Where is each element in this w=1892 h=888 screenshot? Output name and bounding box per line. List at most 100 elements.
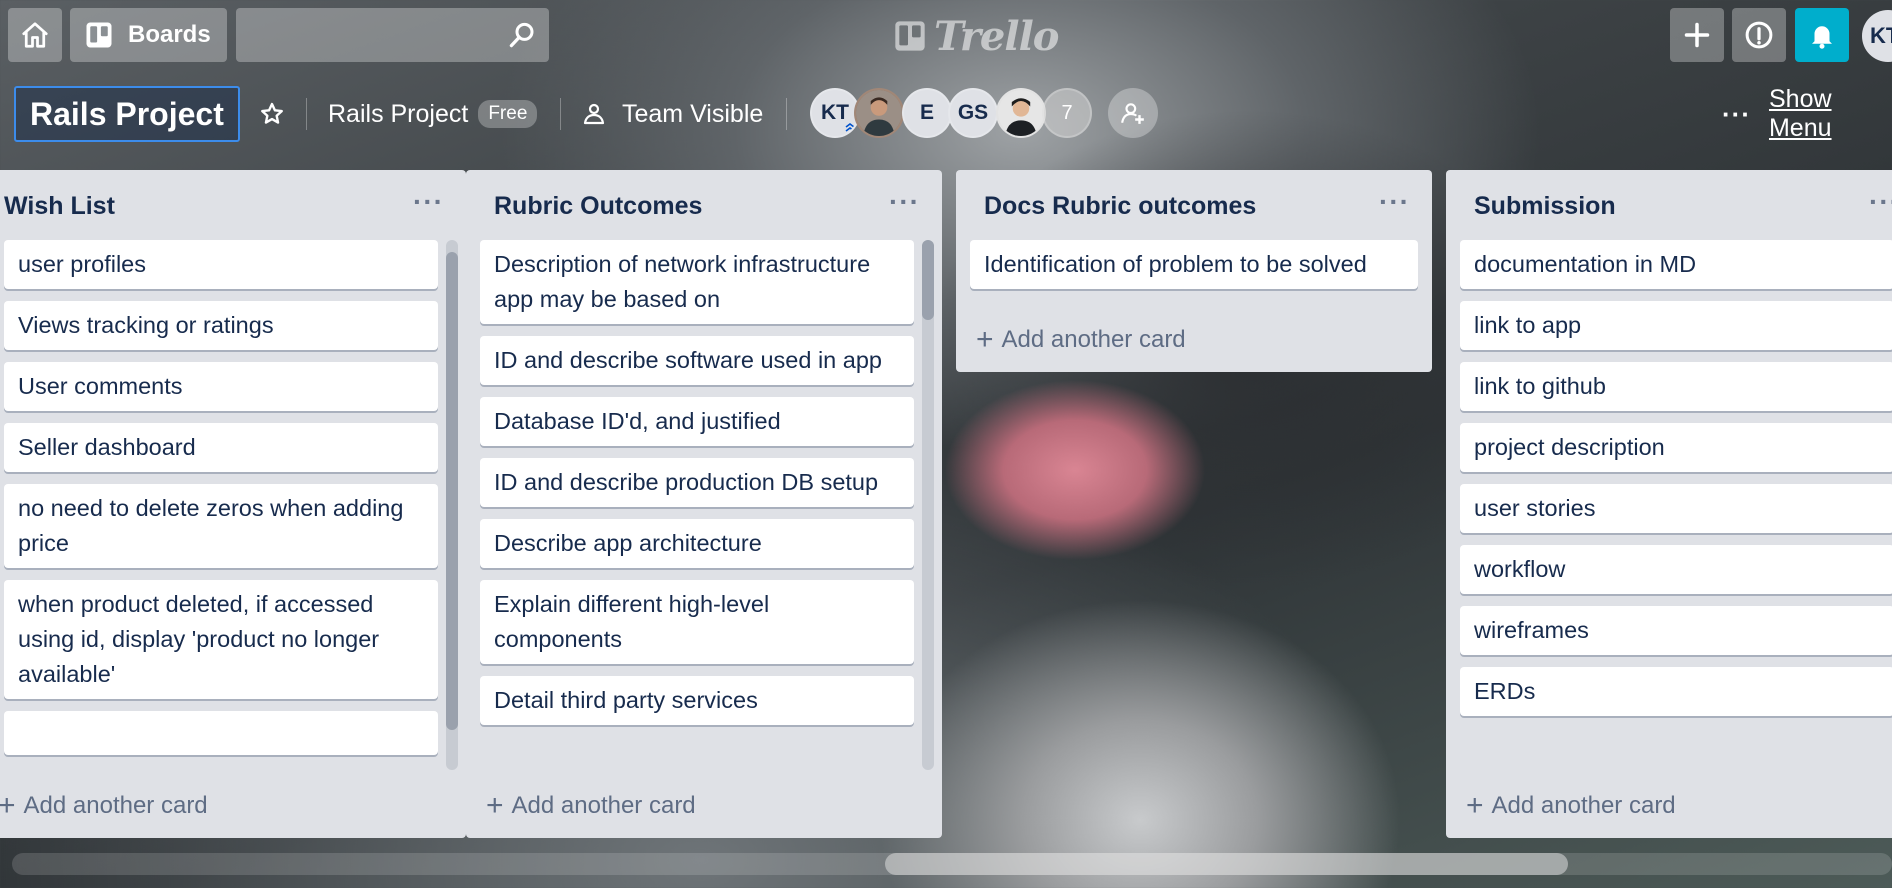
- boards-icon: [86, 22, 112, 48]
- card[interactable]: Seller dashboard: [4, 423, 438, 472]
- home-icon: [22, 22, 48, 48]
- board-title[interactable]: Rails Project: [14, 86, 240, 142]
- list-menu-icon[interactable]: ···: [1379, 186, 1410, 218]
- board-header: Rails Project Rails Project Free Team Vi…: [0, 76, 1892, 152]
- scrollbar-thumb[interactable]: [446, 252, 458, 730]
- plus-icon: +: [976, 323, 994, 356]
- team-name: Rails Project: [328, 99, 469, 128]
- home-button[interactable]: [8, 8, 62, 62]
- member-avatar[interactable]: GS: [948, 88, 998, 138]
- card[interactable]: ERDs: [1460, 667, 1892, 716]
- trello-logo[interactable]: Trello: [894, 12, 1059, 60]
- list-scrollbar[interactable]: [446, 240, 458, 770]
- card[interactable]: Description of network infrastructure ap…: [480, 240, 914, 324]
- card[interactable]: when product deleted, if accessed using …: [4, 580, 438, 699]
- list-menu-icon[interactable]: ···: [413, 186, 444, 218]
- list-header: Wish List ···: [0, 170, 466, 240]
- list-menu-icon[interactable]: ···: [1869, 186, 1892, 218]
- plus-icon: +: [0, 789, 16, 822]
- top-navigation-bar: Boards Trello KT: [0, 0, 1892, 70]
- logo-text: Trello: [934, 12, 1059, 60]
- list-title[interactable]: Wish List: [4, 192, 115, 221]
- card[interactable]: Database ID'd, and justified: [480, 397, 914, 446]
- star-icon: [261, 102, 283, 124]
- divider: [306, 98, 307, 130]
- plus-icon: +: [486, 789, 504, 822]
- boards-button[interactable]: Boards: [70, 8, 227, 62]
- account-avatar[interactable]: KT: [1862, 10, 1892, 62]
- add-card-button[interactable]: + Add another card: [486, 782, 696, 830]
- card[interactable]: documentation in MD: [1460, 240, 1892, 289]
- add-card-button[interactable]: + Add another card: [1466, 782, 1676, 830]
- info-icon: [1745, 21, 1773, 49]
- list-title[interactable]: Docs Rubric outcomes: [984, 192, 1256, 221]
- list-header: Submission ···: [1446, 170, 1892, 240]
- card[interactable]: Identification of problem to be solved: [970, 240, 1418, 289]
- trello-logo-icon: [895, 21, 925, 51]
- search-icon[interactable]: [507, 20, 537, 50]
- card[interactable]: user profiles: [4, 240, 438, 289]
- bell-icon: [1812, 26, 1832, 49]
- invite-button[interactable]: [1108, 88, 1158, 138]
- boards-label: Boards: [128, 21, 211, 48]
- more-icon: ···: [1722, 98, 1751, 129]
- list-docs-rubric-outcomes: Docs Rubric outcomes ··· Identification …: [956, 170, 1432, 372]
- show-menu-label: Show Menu: [1768, 85, 1832, 142]
- plan-badge: Free: [478, 100, 538, 128]
- card[interactable]: workflow: [1460, 545, 1892, 594]
- card[interactable]: wireframes: [1460, 606, 1892, 655]
- card[interactable]: Views tracking or ratings: [4, 301, 438, 350]
- list-menu-icon[interactable]: ···: [889, 186, 920, 218]
- divider: [560, 98, 561, 130]
- card[interactable]: no need to delete zeros when adding pric…: [4, 484, 438, 568]
- member-avatar[interactable]: E: [902, 88, 952, 138]
- card[interactable]: Describe app architecture: [480, 519, 914, 568]
- list-cards: user profiles Views tracking or ratings …: [4, 240, 438, 774]
- more-members-button[interactable]: 7: [1042, 88, 1092, 138]
- visibility-label: Team Visible: [622, 99, 764, 128]
- card[interactable]: link to github: [1460, 362, 1892, 411]
- search-box: [236, 8, 549, 62]
- star-button[interactable]: [252, 94, 292, 134]
- list-title[interactable]: Submission: [1474, 192, 1616, 221]
- board-horizontal-scrollbar[interactable]: [12, 853, 1892, 875]
- person-photo-icon: [856, 90, 902, 136]
- list-submission: Submission ··· documentation in MD link …: [1446, 170, 1892, 838]
- add-member-icon: [1121, 103, 1144, 124]
- member-avatar-photo[interactable]: [996, 88, 1046, 138]
- list-rubric-outcomes: Rubric Outcomes ··· Description of netwo…: [466, 170, 942, 838]
- list-title[interactable]: Rubric Outcomes: [494, 192, 702, 221]
- team-button[interactable]: Rails Project Free: [328, 92, 538, 136]
- divider: [786, 98, 787, 130]
- team-visible-icon: [583, 103, 605, 125]
- scrollbar-thumb[interactable]: [885, 853, 1568, 875]
- card[interactable]: link to app: [1460, 301, 1892, 350]
- card[interactable]: ID and describe production DB setup: [480, 458, 914, 507]
- visibility-button[interactable]: Team Visible: [582, 92, 763, 136]
- card[interactable]: [4, 711, 438, 755]
- card[interactable]: ID and describe software used in app: [480, 336, 914, 385]
- info-button[interactable]: [1732, 8, 1786, 62]
- create-button[interactable]: [1670, 8, 1724, 62]
- card[interactable]: User comments: [4, 362, 438, 411]
- person-photo-icon: [998, 90, 1044, 136]
- notifications-button[interactable]: [1795, 8, 1849, 62]
- add-card-button[interactable]: + Add another card: [976, 316, 1186, 364]
- card[interactable]: Detail third party services: [480, 676, 914, 725]
- list-scrollbar[interactable]: [922, 240, 934, 770]
- admin-chevron-icon: [845, 123, 855, 132]
- member-avatar[interactable]: KT: [810, 88, 860, 138]
- list-header: Rubric Outcomes ···: [466, 170, 942, 240]
- list-cards: documentation in MD link to app link to …: [1460, 240, 1892, 774]
- scrollbar-thumb[interactable]: [922, 240, 934, 320]
- card[interactable]: project description: [1460, 423, 1892, 472]
- member-avatar-photo[interactable]: [854, 88, 904, 138]
- show-menu-button[interactable]: ··· Show Menu: [1722, 85, 1892, 142]
- add-card-button[interactable]: + Add another card: [0, 782, 208, 830]
- list-cards: Identification of problem to be solved: [970, 240, 1418, 310]
- plus-icon: +: [1466, 789, 1484, 822]
- search-input[interactable]: [236, 8, 512, 60]
- card[interactable]: Explain different high-level components: [480, 580, 914, 664]
- list-cards: Description of network infrastructure ap…: [480, 240, 914, 774]
- card[interactable]: user stories: [1460, 484, 1892, 533]
